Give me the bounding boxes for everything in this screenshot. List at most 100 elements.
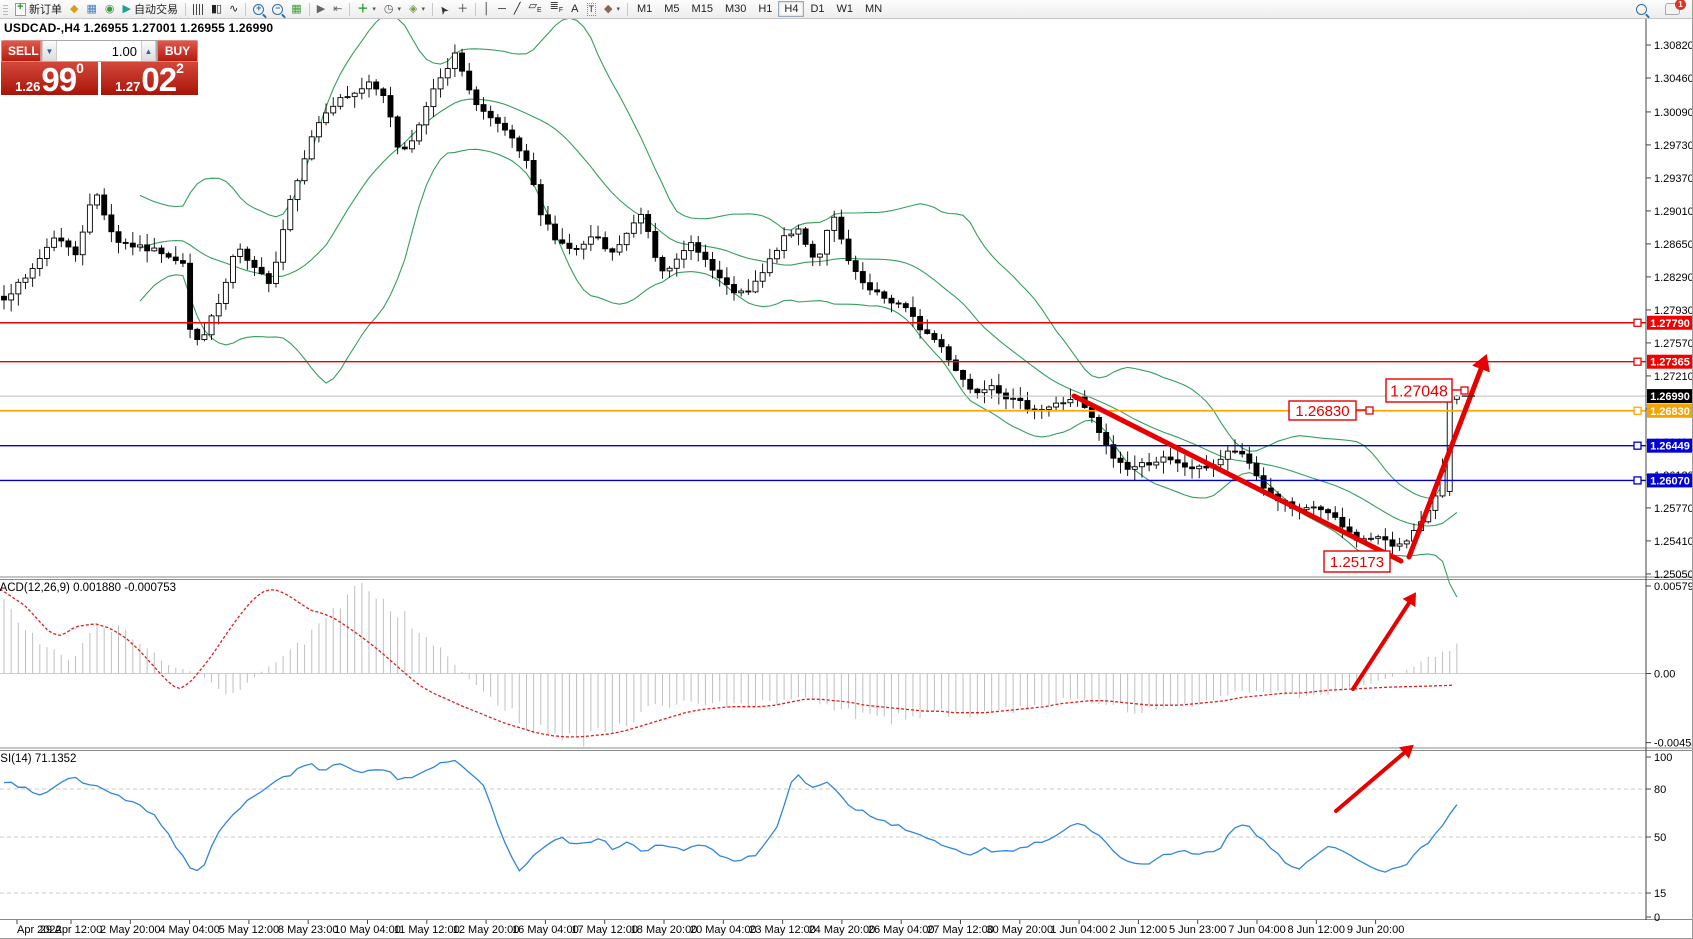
volume-increase-button[interactable]: ▲ [141, 41, 156, 61]
svg-text:2 Jun 12:00: 2 Jun 12:00 [1110, 924, 1168, 936]
volume-spinner: ▼ ▲ [41, 40, 157, 62]
cursor-tool-button[interactable]: ➤ [436, 1, 453, 17]
ask-prefix: 1.27 [115, 79, 140, 94]
toolbar-separator [185, 3, 186, 16]
mt4-terminal-window: 新订单 ◆ ▦ ◉ ▶ 自动交易 ▮▯ ∿ + − ▦ ▶ ⇤ ＋▾ ◷▾ ◈▾… [0, 0, 1693, 939]
crosshair-tool-button[interactable]: ＋ [453, 1, 472, 17]
chart-canvas: 1.308201.304601.300901.297301.293701.290… [0, 0, 1693, 939]
svg-text:RSI(14) 71.1352: RSI(14) 71.1352 [0, 753, 76, 765]
toolbar: 新订单 ◆ ▦ ◉ ▶ 自动交易 ▮▯ ∿ + − ▦ ▶ ⇤ ＋▾ ◷▾ ◈▾… [0, 0, 1692, 19]
svg-text:1.29730: 1.29730 [1654, 140, 1693, 152]
indicators-button[interactable]: ＋▾ [353, 1, 380, 17]
volume-input[interactable] [57, 41, 141, 61]
chart-shift-button[interactable]: ⇤ [329, 1, 346, 17]
svg-text:26 May 04:00: 26 May 04:00 [868, 924, 935, 936]
svg-text:2 May 20:00: 2 May 20:00 [100, 924, 161, 936]
svg-text:1.28650: 1.28650 [1654, 239, 1693, 251]
bid-price[interactable]: 1.26 99 0 [1, 62, 98, 95]
svg-text:27 May 12:00: 27 May 12:00 [927, 924, 994, 936]
periods-button[interactable]: ◷▾ [380, 1, 405, 17]
svg-text:1.28290: 1.28290 [1654, 272, 1693, 284]
sell-button[interactable]: SELL [1, 40, 41, 62]
arrows-tool[interactable]: ◆▾ [600, 1, 624, 17]
svg-text:1.25410: 1.25410 [1654, 536, 1693, 548]
timeframe-d1[interactable]: D1 [804, 1, 830, 17]
svg-text:0.005798: 0.005798 [1654, 581, 1693, 593]
svg-text:0.00: 0.00 [1654, 669, 1675, 681]
new-order-icon [15, 3, 26, 16]
toolbar-separator [349, 3, 350, 16]
autotrading-label: 自动交易 [134, 1, 178, 17]
tile-windows-button[interactable]: ▦ [287, 1, 305, 17]
timeframe-m5[interactable]: M5 [658, 1, 685, 17]
svg-text:1.26449: 1.26449 [1650, 441, 1690, 453]
channel-icon: ▱E [529, 1, 542, 16]
styler-button[interactable]: ◆ [66, 1, 82, 17]
notifications-button[interactable]: 1 [1661, 1, 1684, 17]
bid-pip-digit: 0 [76, 62, 84, 74]
autotrading-button[interactable]: ▶ 自动交易 [118, 1, 181, 17]
timeframe-group: M1M5M15M30H1H4D1W1MN [631, 1, 888, 17]
zoom-out-icon: − [272, 4, 283, 15]
timeframe-mn[interactable]: MN [859, 1, 888, 17]
vertical-line-tool[interactable]: │ [479, 1, 494, 17]
horizontal-line-tool[interactable]: ─ [494, 1, 510, 17]
volume-decrease-button[interactable]: ▼ [42, 41, 57, 61]
fibonacci-tool[interactable]: ≣F [546, 1, 568, 17]
svg-text:29 Apr 12:00: 29 Apr 12:00 [40, 924, 102, 936]
svg-text:1.30090: 1.30090 [1654, 107, 1693, 119]
zoom-in-icon: + [253, 4, 264, 15]
zoom-in-button[interactable]: + [249, 1, 268, 17]
signals-button[interactable]: ◉ [101, 1, 119, 17]
svg-text:4 May 04:00: 4 May 04:00 [159, 924, 220, 936]
user-annotations[interactable]: 1.270481.268301.25173 [1074, 354, 1490, 811]
chart-shift-icon: ⇤ [333, 4, 342, 15]
toolbar-separator [432, 3, 433, 16]
search-button[interactable] [1632, 1, 1651, 17]
svg-text:1.30820: 1.30820 [1654, 40, 1693, 52]
chevron-down-icon: ▾ [421, 5, 425, 13]
new-chart-button[interactable]: ▦ [82, 1, 100, 17]
zoom-out-button[interactable]: − [268, 1, 287, 17]
svg-text:7 Jun 04:00: 7 Jun 04:00 [1228, 924, 1286, 936]
channel-tool[interactable]: ▱E [525, 1, 546, 17]
rsi-pane [0, 761, 1646, 894]
svg-text:9 Jun 20:00: 9 Jun 20:00 [1347, 924, 1405, 936]
ask-price[interactable]: 1.27 02 2 [101, 62, 198, 95]
svg-text:8 Jun 12:00: 8 Jun 12:00 [1288, 924, 1346, 936]
timeframe-h4[interactable]: H4 [778, 1, 804, 17]
date-axis[interactable]: Apr 202229 Apr 12:002 May 20:004 May 04:… [17, 920, 1404, 936]
timeframe-m1[interactable]: M1 [631, 1, 658, 17]
buy-button[interactable]: BUY [157, 40, 198, 62]
text-label-tool[interactable]: T [583, 1, 601, 17]
trendline-icon: ╱ [514, 4, 521, 15]
trendline-tool[interactable]: ╱ [510, 1, 525, 17]
notification-badge: 1 [1675, 0, 1686, 10]
svg-text:1.26830: 1.26830 [1650, 406, 1690, 418]
bar-chart-button[interactable] [189, 1, 207, 17]
svg-text:1.27365: 1.27365 [1650, 357, 1690, 369]
shapes-icon: ◆ [604, 4, 612, 15]
svg-text:50: 50 [1654, 832, 1666, 844]
text-tool[interactable]: A [567, 1, 582, 17]
templates-button[interactable]: ◈▾ [405, 1, 429, 17]
timeframe-m15[interactable]: M15 [686, 1, 719, 17]
toolbar-separator [475, 3, 476, 16]
new-order-button[interactable]: 新订单 [11, 1, 66, 17]
timeframe-m30[interactable]: M30 [719, 1, 752, 17]
one-click-trading-panel: SELL ▼ ▲ BUY 1.26 99 0 1.27 02 2 [1, 40, 198, 95]
timeframe-h1[interactable]: H1 [752, 1, 778, 17]
candlestick-icon: ▮▯ [211, 4, 221, 15]
toolbar-separator [309, 3, 310, 16]
svg-text:10 May 04:00: 10 May 04:00 [334, 924, 401, 936]
candlestick-button[interactable]: ▮▯ [207, 1, 225, 17]
auto-scroll-button[interactable]: ▶ [313, 1, 329, 17]
svg-text:1.27570: 1.27570 [1654, 338, 1693, 350]
svg-text:1.26990: 1.26990 [1650, 391, 1690, 403]
svg-text:-0.004582: -0.004582 [1654, 738, 1693, 750]
toolbar-grip[interactable] [3, 3, 8, 15]
timeframe-w1[interactable]: W1 [831, 1, 860, 17]
line-chart-button[interactable]: ∿ [225, 1, 242, 17]
toolbar-right: 1 [1632, 1, 1692, 17]
svg-text:1.27930: 1.27930 [1654, 305, 1693, 317]
